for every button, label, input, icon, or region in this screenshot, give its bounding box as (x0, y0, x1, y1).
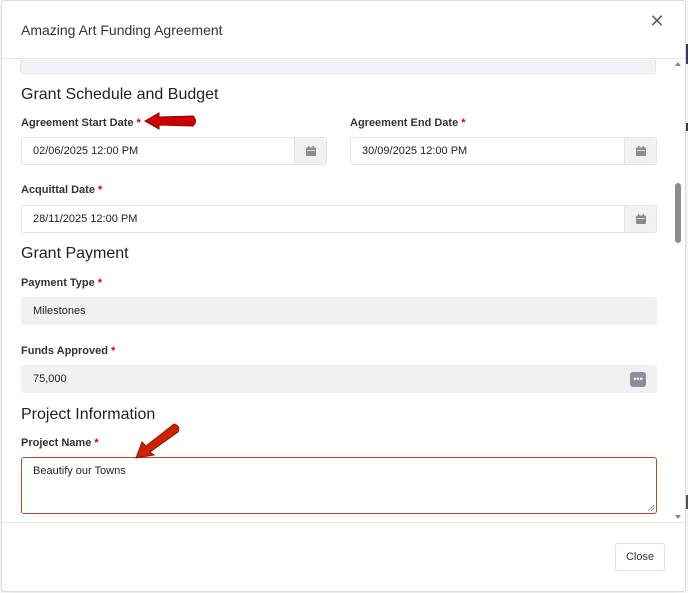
modal-scrollbar[interactable] (673, 60, 683, 522)
acquittal-date-calendar-button[interactable] (624, 206, 656, 232)
required-marker: * (97, 184, 103, 196)
resize-grip-icon[interactable] (648, 505, 654, 511)
calendar-icon (635, 146, 646, 156)
acquittal-date-input[interactable]: 28/11/2025 12:00 PM (21, 205, 657, 233)
modal-body[interactable]: Grant Schedule and Budget Agreement Star… (2, 60, 685, 522)
start-date-label: Agreement Start Date * (21, 117, 141, 129)
payment-type-label: Payment Type * (21, 277, 102, 289)
scrollbar-thumb[interactable] (675, 183, 681, 243)
required-marker: * (94, 437, 99, 449)
end-date-calendar-button[interactable] (624, 138, 656, 164)
required-marker: * (136, 117, 141, 129)
payment-type-field: Milestones (21, 297, 657, 325)
scroll-up-icon[interactable] (675, 62, 681, 66)
red-arrow-annotation (143, 112, 196, 130)
previous-field (20, 60, 656, 74)
project-name-label-text: Project Name (21, 437, 92, 449)
modal-header: Amazing Art Funding Agreement ✕ (2, 1, 685, 59)
start-date-label-text: Agreement Start Date (21, 117, 134, 129)
funds-approved-label: Funds Approved * (21, 345, 115, 357)
end-date-label-text: Agreement End Date (350, 117, 459, 129)
required-marker: * (461, 117, 466, 129)
section-title-payment: Grant Payment (21, 245, 129, 262)
end-date-label: Agreement End Date * (350, 117, 465, 129)
modal-title: Amazing Art Funding Agreement (21, 22, 223, 38)
project-name-label: Project Name * (21, 437, 99, 449)
required-marker: * (110, 345, 116, 357)
more-icon[interactable]: ••• (630, 372, 646, 387)
red-arrow-annotation (135, 423, 180, 459)
end-date-input[interactable]: 30/09/2025 12:00 PM (350, 137, 657, 165)
funding-agreement-modal: Amazing Art Funding Agreement ✕ Grant Sc… (1, 0, 686, 592)
end-date-value: 30/09/2025 12:00 PM (362, 145, 468, 157)
start-date-input[interactable]: 02/06/2025 12:00 PM (21, 137, 327, 165)
acquittal-date-value: 28/11/2025 12:00 PM (33, 213, 138, 225)
project-name-textarea[interactable]: Beautify our Towns (21, 457, 657, 514)
acquittal-date-label-text: Acquittal Date (21, 184, 95, 196)
payment-type-value: Milestones (33, 305, 86, 317)
section-title-schedule: Grant Schedule and Budget (21, 86, 219, 103)
scroll-down-icon[interactable] (675, 515, 681, 519)
funds-approved-field: 75,000 ••• (21, 365, 657, 393)
acquittal-date-label: Acquittal Date * (21, 184, 102, 196)
funds-approved-label-text: Funds Approved (21, 345, 108, 357)
close-button[interactable]: Close (615, 543, 665, 571)
close-icon[interactable]: ✕ (649, 12, 665, 30)
project-name-value: Beautify our Towns (33, 465, 126, 477)
funds-approved-value: 75,000 (33, 373, 67, 385)
start-date-calendar-button[interactable] (294, 138, 326, 164)
payment-type-label-text: Payment Type (21, 277, 95, 289)
start-date-value: 02/06/2025 12:00 PM (33, 145, 139, 157)
modal-footer: Close (2, 522, 685, 592)
required-marker: * (97, 277, 103, 289)
calendar-icon (635, 214, 646, 224)
calendar-icon (305, 146, 316, 156)
